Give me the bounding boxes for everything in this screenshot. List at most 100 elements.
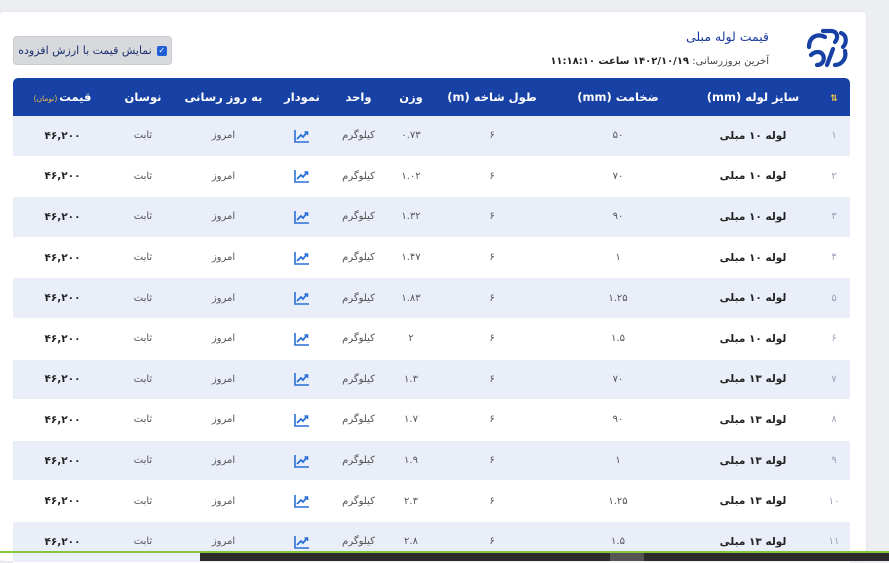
cell-chart[interactable]	[273, 237, 331, 279]
cell-size: لوله ۱۳ مبلی	[688, 359, 818, 401]
cell-change: ثابت	[112, 359, 174, 401]
cell-size: لوله ۱۰ مبلی	[688, 116, 818, 157]
chart-up-icon[interactable]	[294, 535, 310, 549]
checkbox-checked-icon[interactable]: ✓	[156, 45, 167, 56]
col-price[interactable]: قیمت(تومان)	[13, 78, 112, 116]
cell-size: لوله ۱۳ مبلی	[688, 440, 818, 482]
cell-weight: ۰.۷۳	[386, 116, 436, 157]
cell-chart[interactable]	[273, 399, 331, 441]
cell-price: ۴۶,۲۰۰	[13, 156, 112, 198]
cell-updated: امروز	[174, 156, 273, 198]
cell-size: لوله ۱۰ مبلی	[688, 196, 818, 238]
cell-price: ۴۶,۲۰۰	[13, 116, 112, 157]
table-row[interactable]: ۷ لوله ۱۳ مبلی ۷۰ ۶ ۱.۳ کیلوگرم امروز ثابت ۴۶,۲۰…	[13, 359, 850, 401]
chart-up-icon[interactable]	[294, 413, 310, 427]
table-row[interactable]: ۴ لوله ۱۰ مبلی ۱ ۶ ۱.۴۷ کیلوگرم امروز ثابت ۴۶,۲۰…	[13, 237, 850, 279]
last-updated: آخرین بروزرسانی: ۱۴۰۲/۱۰/۱۹ ساعت ۱۱:۱۸:۱…	[550, 56, 769, 67]
cell-length: ۶	[436, 237, 548, 279]
cell-unit: کیلوگرم	[331, 116, 386, 157]
cell-unit: کیلوگرم	[331, 237, 386, 279]
cell-chart[interactable]	[273, 440, 331, 482]
col-chart[interactable]: نمودار	[273, 78, 331, 116]
cell-weight: ۱.۹	[386, 440, 436, 482]
chart-up-icon[interactable]	[294, 291, 310, 305]
cell-updated: امروز	[174, 196, 273, 238]
col-unit[interactable]: واحد	[331, 78, 386, 116]
table-row[interactable]: ۱ لوله ۱۰ مبلی ۵۰ ۶ ۰.۷۳ کیلوگرم امروز ثابت ۴۶,۲…	[13, 116, 850, 157]
cell-weight: ۱.۸۳	[386, 277, 436, 319]
col-updated[interactable]: به روز رسانی	[174, 78, 273, 116]
cell-chart[interactable]	[273, 116, 331, 157]
cell-chart[interactable]	[273, 156, 331, 198]
cell-chart[interactable]	[273, 359, 331, 401]
card-header: قیمت لوله مبلی آخرین بروزرسانی: ۱۴۰۲/۱۰/…	[0, 12, 866, 78]
table-row[interactable]: ۳ لوله ۱۰ مبلی ۹۰ ۶ ۱.۳۲ کیلوگرم امروز ثابت ۴۶,۲…	[13, 196, 850, 238]
cell-price: ۴۶,۲۰۰	[13, 237, 112, 279]
col-size[interactable]: سایز لوله (mm)	[688, 78, 818, 116]
cell-length: ۶	[436, 399, 548, 441]
cell-weight: ۱.۰۲	[386, 156, 436, 198]
cell-length: ۶	[436, 318, 548, 360]
chart-up-icon[interactable]	[294, 494, 310, 508]
cell-length: ۶	[436, 277, 548, 319]
cell-change: ثابت	[112, 399, 174, 441]
last-updated-value: ۱۴۰۲/۱۰/۱۹ ساعت ۱۱:۱۸:۱۰	[550, 56, 690, 67]
cell-change: ثابت	[112, 318, 174, 360]
cell-chart[interactable]	[273, 480, 331, 522]
scrollbar-track[interactable]	[200, 553, 889, 561]
cell-length: ۶	[436, 440, 548, 482]
chart-up-icon[interactable]	[294, 372, 310, 387]
cell-index: ۱۰	[818, 480, 850, 522]
cell-length: ۶	[436, 156, 548, 198]
col-change[interactable]: نوسان	[112, 78, 174, 116]
table-row[interactable]: ۵ لوله ۱۰ مبلی ۱.۲۵ ۶ ۱.۸۳ کیلوگرم امروز ثابت ۴۶…	[13, 277, 850, 319]
cell-change: ثابت	[112, 480, 174, 522]
scrollbar-thumb[interactable]	[610, 553, 644, 561]
cell-weight: ۱.۳۲	[386, 196, 436, 238]
chart-up-icon[interactable]	[294, 454, 310, 468]
cell-weight: ۱.۷	[386, 399, 436, 441]
cell-thickness: ۱	[548, 237, 688, 279]
price-card: قیمت لوله مبلی آخرین بروزرسانی: ۱۴۰۲/۱۰/…	[0, 12, 866, 563]
col-thickness[interactable]: ضخامت (mm)	[548, 78, 688, 116]
table-row[interactable]: ۱۰ لوله ۱۳ مبلی ۱.۲۵ ۶ ۲.۳ کیلوگرم امروز ثابت ۴۶…	[13, 480, 850, 522]
brand-logo-icon	[806, 28, 848, 68]
cell-price: ۴۶,۲۰۰	[13, 196, 112, 238]
col-weight[interactable]: وزن	[386, 78, 436, 116]
cell-updated: امروز	[174, 237, 273, 279]
bottom-bar	[0, 551, 889, 561]
cell-price: ۴۶,۲۰۰	[13, 480, 112, 522]
chart-up-icon[interactable]	[294, 210, 310, 224]
col-length[interactable]: طول شاخه (m)	[436, 78, 548, 116]
cell-weight: ۲.۳	[386, 480, 436, 522]
last-updated-label: آخرین بروزرسانی:	[692, 56, 769, 67]
page-title: قیمت لوله مبلی	[686, 29, 769, 44]
col-index[interactable]: ⇅	[818, 78, 850, 116]
cell-index: ۷	[818, 359, 850, 401]
chart-up-icon[interactable]	[294, 129, 310, 143]
cell-change: ثابت	[112, 237, 174, 279]
table-row[interactable]: ۲ لوله ۱۰ مبلی ۷۰ ۶ ۱.۰۲ کیلوگرم امروز ثابت ۴۶,۲…	[13, 156, 850, 198]
cell-price: ۴۶,۲۰۰	[13, 318, 112, 360]
cell-index: ۸	[818, 399, 850, 441]
table-row[interactable]: ۶ لوله ۱۰ مبلی ۱.۵ ۶ ۲ کیلوگرم امروز ثابت ۴۶,۲۰۰	[13, 318, 850, 360]
cell-size: لوله ۱۰ مبلی	[688, 318, 818, 360]
cell-change: ثابت	[112, 277, 174, 319]
cell-chart[interactable]	[273, 196, 331, 238]
chart-up-icon[interactable]	[294, 251, 310, 265]
cell-thickness: ۱.۵	[548, 318, 688, 360]
chart-up-icon[interactable]	[294, 169, 310, 184]
table-row[interactable]: ۸ لوله ۱۳ مبلی ۹۰ ۶ ۱.۷ کیلوگرم امروز ثابت ۴۶,۲۰…	[13, 399, 850, 441]
cell-index: ۳	[818, 196, 850, 238]
cell-index: ۲	[818, 156, 850, 198]
cell-chart[interactable]	[273, 277, 331, 319]
cell-updated: امروز	[174, 480, 273, 522]
vat-toggle-button[interactable]: ✓ نمایش قیمت با ارزش افزوده	[13, 36, 172, 65]
table-row[interactable]: ۹ لوله ۱۳ مبلی ۱ ۶ ۱.۹ کیلوگرم امروز ثابت ۴۶,۲۰۰	[13, 440, 850, 482]
cell-updated: امروز	[174, 440, 273, 482]
cell-updated: امروز	[174, 399, 273, 441]
cell-thickness: ۱.۲۵	[548, 480, 688, 522]
chart-up-icon[interactable]	[294, 332, 310, 346]
cell-updated: امروز	[174, 318, 273, 360]
cell-chart[interactable]	[273, 318, 331, 360]
